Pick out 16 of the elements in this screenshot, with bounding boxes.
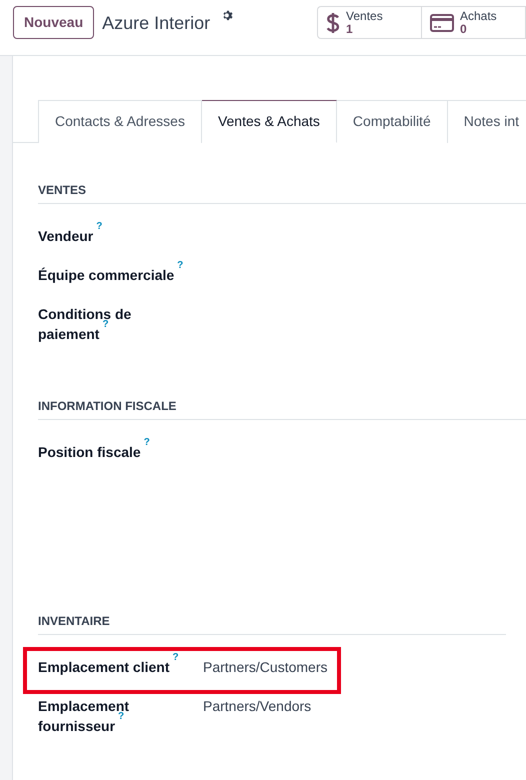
record-title: Azure Interior xyxy=(102,12,210,35)
field-value[interactable]: Partners/Vendors xyxy=(203,696,312,716)
tab[interactable]: Contacts & Adresses xyxy=(38,100,202,143)
field-value[interactable]: Partners/Customers xyxy=(203,657,328,677)
section-title: INVENTAIRE xyxy=(38,612,506,635)
tab[interactable]: Comptabilité xyxy=(336,100,448,143)
field-label: Conditions de paiement $^{?}$ xyxy=(38,305,132,344)
section-title: VENTES xyxy=(38,181,526,204)
section-title: INFORMATION FISCALE xyxy=(38,397,526,420)
settings-icon[interactable] xyxy=(222,10,234,22)
tab[interactable]: Ventes & Achats xyxy=(202,100,337,143)
tab[interactable]: Notes int xyxy=(448,100,526,143)
dollar-icon xyxy=(326,12,340,34)
new-button[interactable]: Nouveau xyxy=(13,6,94,39)
field-label: Emplacement fournisseur $^{?}$ xyxy=(38,697,130,736)
credit-card-icon xyxy=(430,14,454,32)
